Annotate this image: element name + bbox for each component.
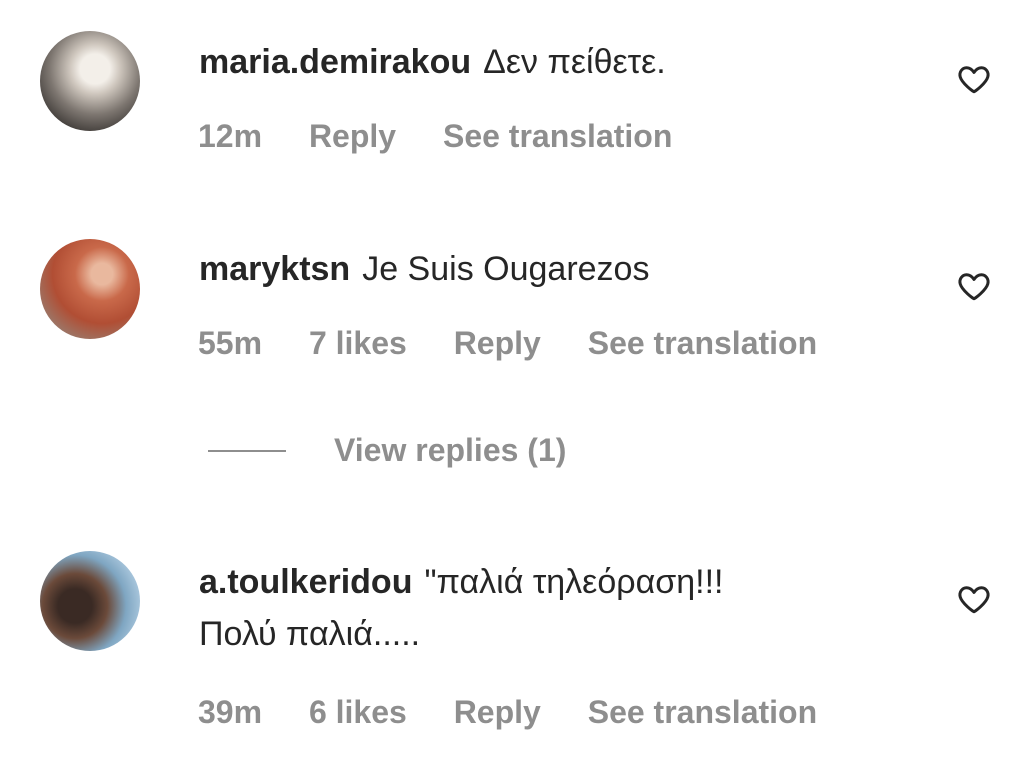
divider-line xyxy=(208,449,286,452)
view-replies-button[interactable]: View replies (1) xyxy=(208,432,566,469)
reply-button[interactable]: Reply xyxy=(454,325,541,361)
comment-body: Je Suis Ougarezos xyxy=(362,250,650,288)
view-replies-label: View replies (1) xyxy=(334,432,567,468)
comment-body: Δεν πείθετε. xyxy=(483,43,666,81)
see-translation-button[interactable]: See translation xyxy=(588,325,817,361)
comment-meta: 12m Reply See translation xyxy=(198,118,710,155)
comment-body-line2: Πολύ παλιά..... xyxy=(199,615,421,653)
heart-outline-icon[interactable] xyxy=(955,581,993,617)
comment-time[interactable]: 12m xyxy=(198,118,262,154)
reply-button[interactable]: Reply xyxy=(454,694,541,730)
likes-count[interactable]: 6 likes xyxy=(309,694,407,730)
heart-outline-icon[interactable] xyxy=(955,61,993,97)
likes-count[interactable]: 7 likes xyxy=(309,325,407,361)
see-translation-button[interactable]: See translation xyxy=(443,118,672,154)
comment-username[interactable]: a.toulkeridou xyxy=(199,563,412,601)
comment-text-block: maria.demirakou Δεν πείθετε. xyxy=(199,36,666,88)
avatar[interactable] xyxy=(40,551,140,651)
avatar[interactable] xyxy=(40,31,140,131)
comment-text-block: a.toulkeridou "παλιά τηλεόραση!!! Πολύ πα… xyxy=(199,556,723,660)
comment-username[interactable]: maria.demirakou xyxy=(199,43,471,81)
comment-meta: 39m 6 likes Reply See translation xyxy=(198,694,855,731)
comment-time[interactable]: 55m xyxy=(198,325,262,361)
comment-time[interactable]: 39m xyxy=(198,694,262,730)
see-translation-button[interactable]: See translation xyxy=(588,694,817,730)
comment-meta: 55m 7 likes Reply See translation xyxy=(198,325,855,362)
heart-outline-icon[interactable] xyxy=(955,268,993,304)
comment-username[interactable]: maryktsn xyxy=(199,250,350,288)
avatar[interactable] xyxy=(40,239,140,339)
reply-button[interactable]: Reply xyxy=(309,118,396,154)
comment-body-line1: "παλιά τηλεόραση!!! xyxy=(424,563,724,601)
comment-text-block: maryktsn Je Suis Ougarezos xyxy=(199,243,649,295)
